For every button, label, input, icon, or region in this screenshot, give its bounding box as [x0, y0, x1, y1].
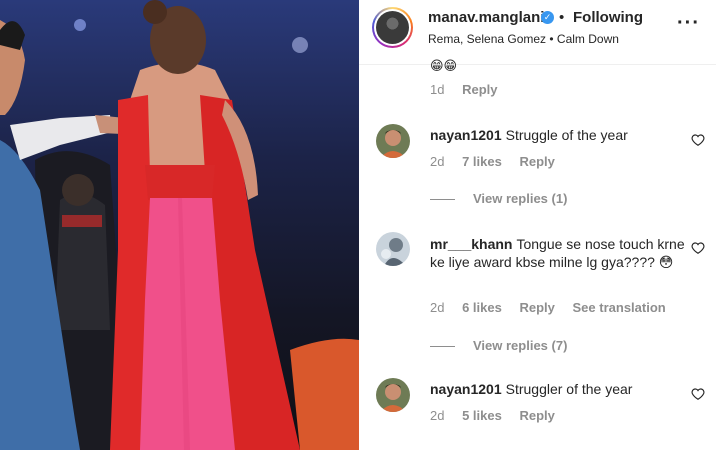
author-avatar[interactable] — [372, 7, 413, 48]
view-replies-button[interactable]: View replies (7) — [430, 338, 567, 353]
comment-item: nayan1201 Struggle of the year 2d 7 likes… — [359, 118, 716, 193]
author-avatar-image — [376, 11, 409, 44]
reply-button[interactable]: Reply — [519, 154, 554, 169]
post-header: manav.manglani ✓ • Following Rema, Selen… — [359, 0, 716, 65]
comment-time: 2d — [430, 300, 445, 315]
commenter-avatar-image — [376, 124, 410, 158]
audio-track-link[interactable]: Rema, Selena Gomez • Calm Down — [428, 32, 619, 46]
comment-time: 2d — [430, 154, 445, 169]
comment-item: mr___khann Tongue se nose touch krne ke l… — [359, 228, 716, 323]
comments-pane: manav.manglani ✓ • Following Rema, Selen… — [359, 0, 716, 450]
reply-button[interactable]: Reply — [519, 408, 554, 423]
comment-meta: 2d 6 likes Reply See translation — [430, 300, 680, 315]
partial-comment: 😁😁 1d Reply — [359, 58, 716, 105]
header-separator: • — [559, 9, 565, 26]
more-options-icon[interactable]: ··· — [677, 12, 700, 35]
post-photo[interactable] — [0, 0, 359, 450]
comment-meta: 2d 7 likes Reply — [430, 154, 569, 169]
comment-body: Struggler of the year — [505, 381, 633, 397]
comment-text: nayan1201 Struggle of the year — [430, 126, 690, 144]
commenter-avatar[interactable] — [376, 232, 410, 266]
comment-username[interactable]: mr___khann — [430, 236, 512, 252]
like-heart-icon[interactable] — [691, 133, 705, 147]
view-replies-button[interactable]: View replies (1) — [430, 191, 567, 206]
post-photo-illustration — [0, 0, 359, 450]
view-replies-label: View replies (7) — [473, 338, 568, 353]
reply-button[interactable]: Reply — [462, 82, 497, 97]
comment-username[interactable]: nayan1201 — [430, 381, 502, 397]
comment-body: Struggle of the year — [505, 127, 628, 143]
view-replies-label: View replies (1) — [473, 191, 568, 206]
verified-badge-icon: ✓ — [541, 11, 554, 24]
comment-meta: 2d 5 likes Reply — [430, 408, 569, 423]
comment-item: nayan1201 Struggler of the year 2d 5 like… — [359, 372, 716, 450]
comment-text: mr___khann Tongue se nose touch krne ke l… — [430, 235, 690, 271]
reply-button[interactable]: Reply — [519, 300, 554, 315]
comment-likes[interactable]: 7 likes — [462, 154, 502, 169]
see-translation-button[interactable]: See translation — [573, 300, 666, 315]
commenter-avatar[interactable] — [376, 378, 410, 412]
following-button[interactable]: Following — [573, 9, 643, 26]
comment-likes[interactable]: 6 likes — [462, 300, 502, 315]
partial-comment-emojis: 😁😁 — [430, 58, 458, 73]
replies-divider — [430, 199, 455, 201]
like-heart-icon[interactable] — [691, 387, 705, 401]
like-heart-icon[interactable] — [691, 241, 705, 255]
commenter-avatar-image — [376, 378, 410, 412]
comment-likes[interactable]: 5 likes — [462, 408, 502, 423]
commenter-avatar-image — [376, 232, 410, 266]
partial-comment-meta: 1d Reply — [430, 82, 498, 97]
replies-divider — [430, 346, 455, 348]
comment-username[interactable]: nayan1201 — [430, 127, 502, 143]
comment-time: 1d — [430, 82, 445, 97]
comment-time: 2d — [430, 408, 445, 423]
commenter-avatar[interactable] — [376, 124, 410, 158]
comment-text: nayan1201 Struggler of the year — [430, 380, 690, 398]
author-username[interactable]: manav.manglani — [428, 9, 544, 26]
author-avatar-ring — [374, 9, 411, 46]
